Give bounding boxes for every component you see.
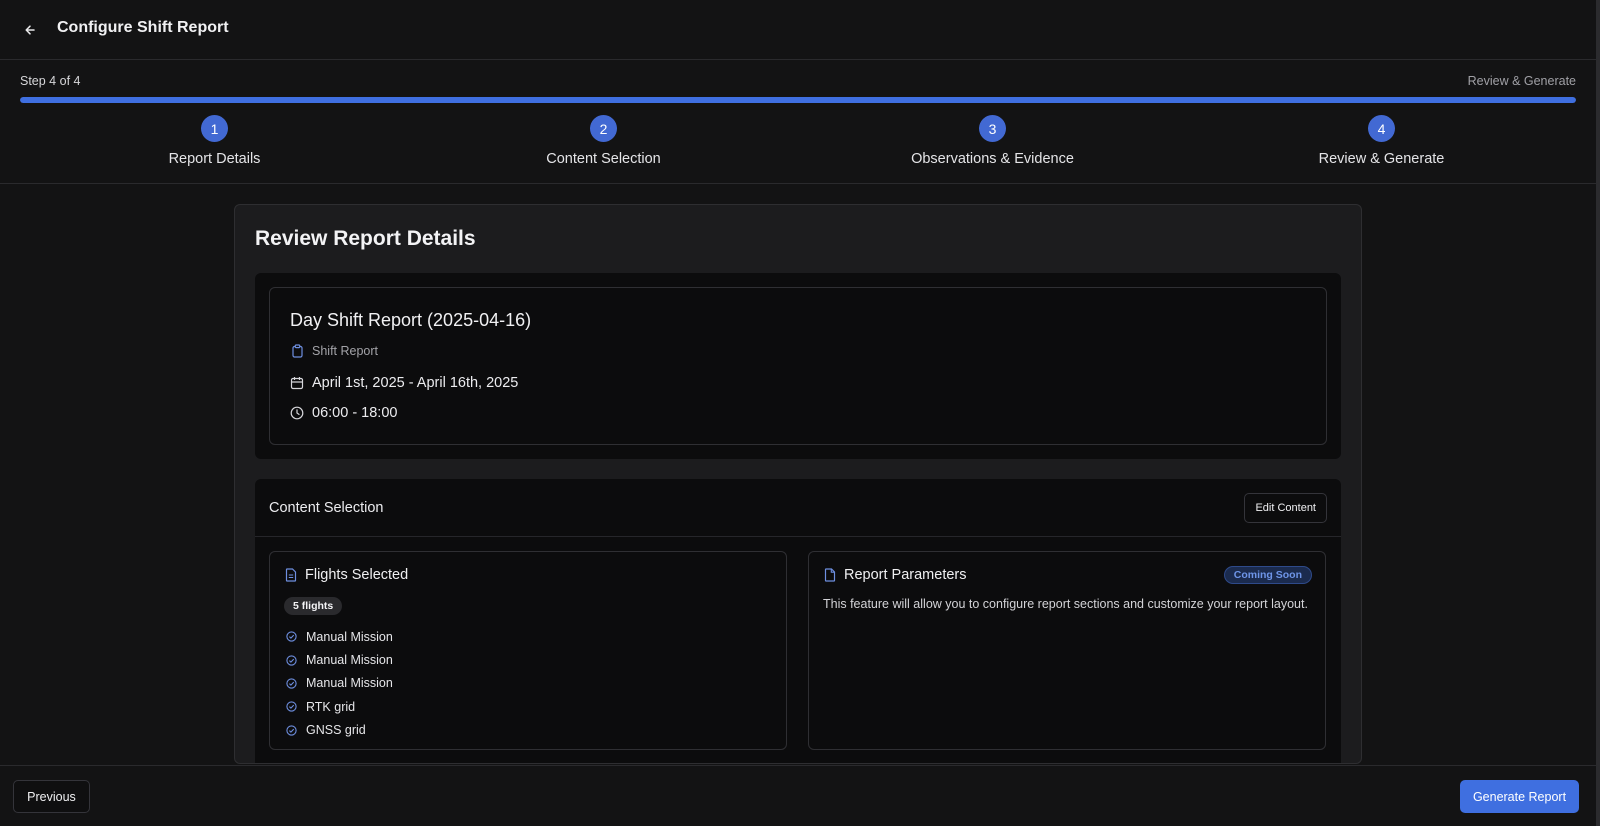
step-report-details[interactable]: 1 Report Details xyxy=(20,115,409,175)
page-title: Configure Shift Report xyxy=(57,19,229,36)
flights-selected-header: Flights Selected xyxy=(284,567,408,583)
step-review-generate[interactable]: 4 Review & Generate xyxy=(1187,115,1576,175)
time-range: 06:00 - 18:00 xyxy=(312,405,398,421)
scrollbar[interactable] xyxy=(1596,0,1600,826)
time-range-row: 06:00 - 18:00 xyxy=(290,405,397,421)
report-parameters-card: Report Parameters Coming Soon This featu… xyxy=(808,551,1326,750)
content-selection-panel: Content Selection Edit Content Flights S… xyxy=(255,479,1341,763)
check-circle-icon xyxy=(284,676,298,690)
step-number: 3 xyxy=(979,115,1006,142)
document-icon xyxy=(284,568,298,582)
step-label: Observations & Evidence xyxy=(911,151,1074,167)
calendar-icon xyxy=(290,376,304,390)
content-selection-title: Content Selection xyxy=(269,500,384,516)
check-circle-icon xyxy=(284,723,298,737)
list-item: RTK grid xyxy=(284,695,393,718)
review-card: Review Report Details Day Shift Report (… xyxy=(234,204,1362,764)
check-circle-icon xyxy=(284,700,298,714)
flight-name: Manual Mission xyxy=(306,629,393,644)
flight-list: Manual Mission Manual Mission Manual Mis… xyxy=(284,625,393,742)
list-item: Manual Mission xyxy=(284,648,393,671)
section-title: Review Report Details xyxy=(255,227,476,250)
progress-bar xyxy=(20,97,1576,103)
step-observations-evidence[interactable]: 3 Observations & Evidence xyxy=(798,115,1187,175)
check-circle-icon xyxy=(284,653,298,667)
check-circle-icon xyxy=(284,630,298,644)
step-number: 1 xyxy=(201,115,228,142)
step-label: Review & Generate xyxy=(1318,151,1445,167)
date-range-row: April 1st, 2025 - April 16th, 2025 xyxy=(290,375,518,391)
previous-button[interactable]: Previous xyxy=(13,780,90,813)
report-details-panel: Day Shift Report (2025-04-16) Shift Repo… xyxy=(255,273,1341,459)
arrow-left-icon xyxy=(25,25,35,35)
edit-content-button[interactable]: Edit Content xyxy=(1244,493,1327,523)
report-parameters-header: Report Parameters xyxy=(823,567,967,583)
clipboard-icon xyxy=(290,344,304,358)
flight-name: GNSS grid xyxy=(306,723,366,738)
flight-name: Manual Mission xyxy=(306,676,393,691)
app-header: Configure Shift Report xyxy=(0,0,1596,60)
stepper: 1 Report Details 2 Content Selection 3 O… xyxy=(20,115,1576,175)
step-label: Report Details xyxy=(168,151,261,167)
list-item: Manual Mission xyxy=(284,672,393,695)
report-parameters-title: Report Parameters xyxy=(844,567,967,583)
step-content-selection[interactable]: 2 Content Selection xyxy=(409,115,798,175)
step-number: 4 xyxy=(1368,115,1395,142)
file-icon xyxy=(823,568,837,582)
report-title: Day Shift Report (2025-04-16) xyxy=(290,310,532,330)
report-details-card: Day Shift Report (2025-04-16) Shift Repo… xyxy=(269,287,1327,445)
list-item: Manual Mission xyxy=(284,625,393,648)
flight-count-badge: 5 flights xyxy=(284,597,343,615)
flights-selected-title: Flights Selected xyxy=(305,567,409,583)
coming-soon-badge: Coming Soon xyxy=(1223,566,1312,584)
progress-section: Step 4 of 4 Review & Generate 1 Report D… xyxy=(0,60,1596,184)
generate-report-button[interactable]: Generate Report xyxy=(1460,780,1579,813)
flights-selected-card: Flights Selected 5 flights Manual Missio… xyxy=(269,551,787,750)
report-type: Shift Report xyxy=(312,344,379,358)
step-label: Content Selection xyxy=(546,151,661,167)
progress-fill xyxy=(20,97,1576,103)
flight-name: Manual Mission xyxy=(306,653,393,668)
list-item: GNSS grid xyxy=(284,719,393,742)
content-selection-header: Content Selection Edit Content xyxy=(255,479,1341,537)
flight-name: RTK grid xyxy=(306,699,356,714)
step-number: 2 xyxy=(590,115,617,142)
step-count: Step 4 of 4 xyxy=(20,74,81,88)
current-step-name: Review & Generate xyxy=(1467,74,1576,88)
footer-bar: Previous Generate Report xyxy=(0,765,1596,826)
report-parameters-description: This feature will allow you to configure… xyxy=(823,597,1308,611)
report-type-row: Shift Report xyxy=(290,344,378,358)
date-range: April 1st, 2025 - April 16th, 2025 xyxy=(312,375,519,391)
back-button[interactable] xyxy=(18,18,42,42)
clock-icon xyxy=(290,406,304,420)
